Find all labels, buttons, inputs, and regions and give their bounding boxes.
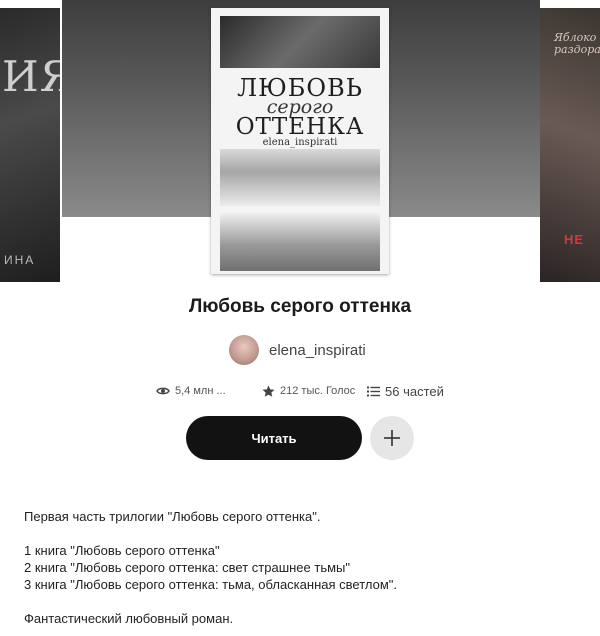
author-link[interactable]: elena_inspirati bbox=[229, 334, 366, 366]
votes-stat: 212 тыс. Голос bbox=[262, 382, 355, 400]
hero-section: ИЯ ИНА Яблоко раздора НЕ ЛЮБОВЬ серого О… bbox=[0, 0, 600, 282]
votes-count: 212 тыс. Голос bbox=[280, 385, 356, 397]
description-line bbox=[24, 525, 584, 542]
list-icon bbox=[367, 386, 380, 396]
author-name[interactable]: elena_inspirati bbox=[269, 342, 366, 359]
story-stats: 5,4 млн ... 212 тыс. Голос 56 частей bbox=[0, 382, 600, 400]
previous-cover-text: ИЯ bbox=[2, 52, 60, 101]
previous-cover-bottom-text: ИНА bbox=[4, 253, 36, 267]
reads-stat: 5,4 млн ... bbox=[156, 382, 226, 400]
author-avatar[interactable] bbox=[229, 335, 259, 365]
description-line: Первая часть трилогии "Любовь серого отт… bbox=[24, 509, 321, 524]
cover-photo-bottom bbox=[220, 213, 380, 271]
description-line: 3 книга "Любовь серого оттенка: тьма, об… bbox=[24, 577, 397, 592]
plus-icon bbox=[384, 430, 400, 446]
description-line: Фантастический любовный роман. bbox=[24, 611, 234, 626]
description-line bbox=[24, 593, 584, 610]
add-to-library-button[interactable] bbox=[370, 416, 414, 460]
cover-photo-top bbox=[220, 16, 380, 68]
star-icon bbox=[262, 385, 275, 397]
description-line: 1 книга "Любовь серого оттенка" bbox=[24, 543, 220, 558]
previous-story-cover[interactable]: ИЯ ИНА bbox=[0, 8, 60, 282]
parts-count: 56 частей bbox=[385, 383, 444, 399]
next-story-cover[interactable]: Яблоко раздора НЕ bbox=[540, 8, 600, 282]
cover-author: elena_inspirati bbox=[262, 137, 338, 148]
next-cover-red-text: НЕ bbox=[564, 232, 585, 247]
eye-icon bbox=[156, 387, 170, 395]
cover-photo-middle bbox=[220, 149, 380, 206]
story-description: Первая часть трилогии "Любовь серого отт… bbox=[24, 508, 584, 627]
description-line: 2 книга "Любовь серого оттенка: свет стр… bbox=[24, 560, 351, 575]
next-cover-text: Яблоко раздора bbox=[554, 31, 600, 56]
reads-count: 5,4 млн ... bbox=[175, 385, 226, 397]
read-button[interactable]: Читать bbox=[186, 416, 362, 460]
story-title: Любовь серого оттенка bbox=[188, 296, 412, 317]
parts-stat: 56 частей bbox=[367, 382, 444, 400]
book-cover: ЛЮБОВЬ серого ОТТЕНКА elena_inspirati bbox=[211, 8, 389, 274]
